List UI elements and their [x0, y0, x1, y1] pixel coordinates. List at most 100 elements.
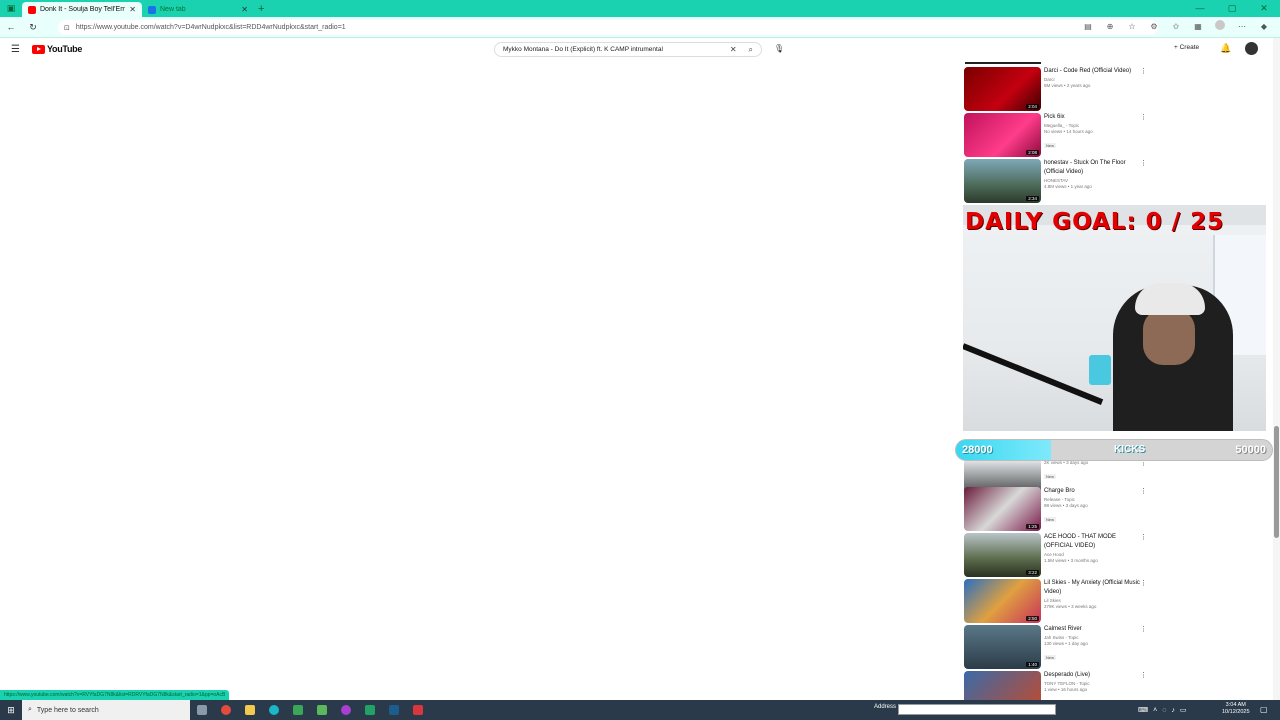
- favorite-star-icon[interactable]: ☆: [1124, 22, 1140, 31]
- kicks-end-value: 50000: [1235, 444, 1266, 456]
- video-title[interactable]: Charge Bro: [1044, 487, 1140, 496]
- volume-icon[interactable]: ♪: [1171, 707, 1175, 714]
- video-thumbnail[interactable]: 1:40: [964, 625, 1041, 669]
- youtube-logo[interactable]: YouTube: [32, 44, 82, 54]
- close-window-icon[interactable]: ✕: [1248, 0, 1280, 17]
- kicks-label: KICKS: [1114, 444, 1146, 455]
- favorites-icon[interactable]: ✩: [1168, 22, 1184, 31]
- more-actions-icon[interactable]: ⋮: [1140, 159, 1147, 167]
- network-icon[interactable]: ◌: [1162, 707, 1166, 714]
- menu-icon[interactable]: ☰: [11, 44, 20, 55]
- video-thumbnail[interactable]: 1:25: [964, 487, 1041, 531]
- game-icon[interactable]: [310, 700, 334, 720]
- tab-close-icon[interactable]: ✕: [241, 5, 248, 14]
- video-title[interactable]: Calmest River: [1044, 625, 1140, 634]
- file-explorer-icon[interactable]: [238, 700, 262, 720]
- create-button[interactable]: + Create: [1174, 44, 1199, 51]
- battery-icon[interactable]: ▭: [1180, 706, 1187, 714]
- edge-icon[interactable]: [262, 700, 286, 720]
- clear-search-icon[interactable]: ✕: [730, 45, 737, 54]
- back-icon[interactable]: ←: [0, 22, 22, 32]
- video-thumbnail[interactable]: 2:34: [964, 159, 1041, 203]
- scrollbar-thumb[interactable]: [1274, 426, 1279, 538]
- more-options-icon[interactable]: ⋯: [1234, 22, 1250, 31]
- store-icon[interactable]: [286, 700, 310, 720]
- video-duration: 1:25: [1026, 524, 1039, 529]
- video-duration: 1:40: [1026, 662, 1039, 667]
- keyboard-icon[interactable]: ⌨: [1138, 706, 1148, 714]
- read-aloud-icon[interactable]: ▤: [1080, 22, 1096, 31]
- taskbar-clock[interactable]: 3:04 AM 10/12/2025: [1222, 702, 1250, 716]
- video-list-item[interactable]: 1:25 Charge Bro Release - Topic 98 views • …: [964, 487, 1154, 531]
- taskbar-search-input[interactable]: ⌕ Type here to search: [22, 700, 190, 720]
- video-thumbnail[interactable]: 2:04: [964, 67, 1041, 111]
- notifications-icon[interactable]: ▢: [1260, 705, 1268, 714]
- video-title[interactable]: Pick 6ix: [1044, 113, 1140, 122]
- search-query: Mykko Montana - Do It (Explicit) ft. K C…: [503, 46, 663, 53]
- more-actions-icon[interactable]: ⋮: [1140, 671, 1147, 679]
- refresh-icon[interactable]: ↻: [22, 22, 44, 33]
- microphone-icon[interactable]: 🎙: [774, 44, 784, 53]
- notifications-bell-icon[interactable]: 🔔: [1220, 43, 1231, 54]
- tab-active[interactable]: Donk It - Soulja Boy Tell'Em ✕: [22, 2, 142, 17]
- video-list-item[interactable]: 2:34 honestav - Stuck On The Floor (Offic…: [964, 159, 1154, 203]
- video-meta: Desperado (Live) TONY TEFLON - Topic 1 vie…: [1044, 671, 1140, 692]
- video-list-item[interactable]: 2:04 Darci - Code Red (Official Video) Dar…: [964, 67, 1154, 111]
- video-channel: Meguella_ - Topic: [1044, 123, 1080, 128]
- more-actions-icon[interactable]: ⋮: [1140, 533, 1147, 541]
- app-icon[interactable]: [334, 700, 358, 720]
- video-list-item[interactable]: 2:08 Pick 6ix Meguella_ - Topic No views • …: [964, 113, 1154, 157]
- kicks-start-value: 28000: [962, 444, 993, 456]
- stream-overlay-webcam: DAILY GOAL: 0 / 25: [963, 205, 1266, 431]
- maximize-icon[interactable]: ▢: [1216, 0, 1248, 17]
- video-title[interactable]: Desperado (Live): [1044, 671, 1140, 680]
- excel-icon[interactable]: [358, 700, 382, 720]
- video-list-item[interactable]: 2:50 Lil Skies - My Anxiety (Official Mus…: [964, 579, 1154, 623]
- more-actions-icon[interactable]: ⋮: [1140, 579, 1147, 587]
- video-title[interactable]: ACE HOOD - THAT MODE (OFFICIAL VIDEO): [1044, 533, 1140, 551]
- steam-icon[interactable]: [382, 700, 406, 720]
- window-menu-icon[interactable]: ▣: [0, 0, 22, 17]
- new-badge: New: [1044, 143, 1057, 148]
- more-actions-icon[interactable]: ⋮: [1140, 113, 1147, 121]
- recorder-icon[interactable]: [406, 700, 430, 720]
- video-list-item[interactable]: 1:40 Calmest River Jah Swiss - Topic 130 vi…: [964, 625, 1154, 669]
- youtube-play-icon: [32, 44, 45, 54]
- search-input[interactable]: Mykko Montana - Do It (Explicit) ft. K C…: [494, 42, 762, 57]
- video-thumbnail[interactable]: 2:08: [964, 113, 1041, 157]
- extensions-icon[interactable]: ⚙: [1146, 22, 1162, 31]
- avatar[interactable]: [1245, 42, 1258, 55]
- video-list-item[interactable]: 3:22 ACE HOOD - THAT MODE (OFFICIAL VIDEO…: [964, 533, 1154, 577]
- video-meta: Charge Bro Release - Topic 98 views • 3 da…: [1044, 487, 1140, 526]
- more-actions-icon[interactable]: ⋮: [1140, 67, 1147, 75]
- new-tab-plus-icon[interactable]: +: [258, 3, 264, 15]
- video-title[interactable]: Darci - Code Red (Official Video): [1044, 67, 1140, 76]
- tab-close-icon[interactable]: ✕: [129, 5, 136, 14]
- video-stats: 279K views • 3 weeks ago: [1044, 604, 1097, 609]
- zoom-icon[interactable]: ⊕: [1102, 22, 1118, 31]
- new-badge: New: [1044, 474, 1057, 479]
- tray-overflow-icon[interactable]: ˄: [1153, 707, 1157, 714]
- video-meta: Calmest River Jah Swiss - Topic 130 views …: [1044, 625, 1140, 664]
- chrome-icon[interactable]: [214, 700, 238, 720]
- copilot-icon[interactable]: ◆: [1256, 22, 1272, 31]
- tab-new[interactable]: New tab ✕: [142, 2, 254, 17]
- video-thumbnail[interactable]: 2:50: [964, 579, 1041, 623]
- page-scrollbar[interactable]: [1273, 38, 1280, 700]
- video-stats: 130 views • 1 day ago: [1044, 641, 1088, 646]
- address-toolbar-input[interactable]: [898, 704, 1056, 715]
- video-title[interactable]: honestav - Stuck On The Floor (Official …: [1044, 159, 1140, 177]
- task-view-icon[interactable]: [190, 700, 214, 720]
- windows-start-icon[interactable]: ⊞: [0, 705, 22, 716]
- profile-icon[interactable]: [1212, 20, 1228, 32]
- minimize-icon[interactable]: —: [1184, 0, 1216, 17]
- more-actions-icon[interactable]: ⋮: [1140, 625, 1147, 633]
- address-bar[interactable]: ⊡ https://www.youtube.com/watch?v=D4wrNu…: [58, 20, 1158, 35]
- video-title[interactable]: Lil Skies - My Anxiety (Official Music V…: [1044, 579, 1140, 597]
- video-thumbnail[interactable]: 3:22: [964, 533, 1041, 577]
- site-info-icon[interactable]: ⊡: [64, 24, 70, 32]
- search-icon[interactable]: ⌕: [749, 45, 753, 55]
- more-actions-icon[interactable]: ⋮: [1140, 487, 1147, 495]
- collections-icon[interactable]: ▦: [1190, 22, 1206, 31]
- video-stats: No views • 14 hours ago: [1044, 129, 1093, 134]
